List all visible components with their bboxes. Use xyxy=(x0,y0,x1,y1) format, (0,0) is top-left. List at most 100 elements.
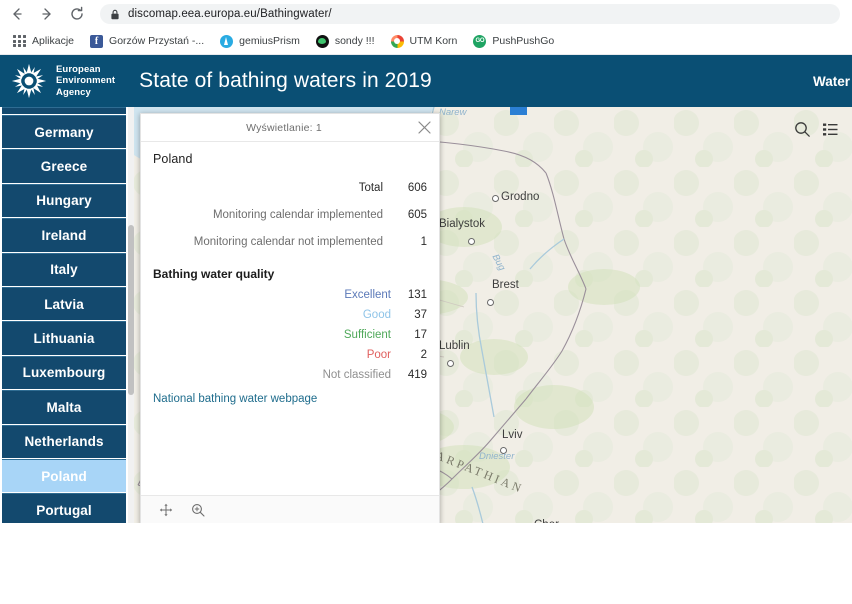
stat-label: Total xyxy=(358,182,383,194)
sidebar-item-malta[interactable]: Malta xyxy=(2,390,126,424)
map-marker-belarus[interactable] xyxy=(510,107,527,115)
pan-icon[interactable] xyxy=(153,499,179,521)
feature-popup: Wyświetlanie: 1 Poland Total 606 Monitor… xyxy=(140,113,440,523)
sidebar-item-label: Hungary xyxy=(36,193,92,209)
map-city-dot xyxy=(492,195,499,202)
stat-value: 606 xyxy=(407,182,427,194)
national-bathing-water-link[interactable]: National bathing water webpage xyxy=(153,385,427,411)
popup-footer xyxy=(141,495,439,523)
quality-value: 37 xyxy=(414,308,427,321)
facebook-icon: f xyxy=(90,34,104,48)
popup-quality-table: Excellent 131 Good 37 Sufficient 17 Poor… xyxy=(153,285,427,385)
stat-row: Monitoring calendar implemented 605 xyxy=(153,207,427,234)
url-text: discomap.eea.europa.eu/Bathingwater/ xyxy=(128,8,332,20)
sidebar-item-label: Italy xyxy=(50,262,78,278)
sidebar-item-hungary[interactable]: Hungary xyxy=(2,183,126,218)
eea-line-2: Environment xyxy=(56,75,116,87)
bookmark-sondy[interactable]: sondy !!! xyxy=(312,31,379,51)
browser-toolbar: discomap.eea.europa.eu/Bathingwater/ xyxy=(0,0,852,28)
bookmark-label: sondy !!! xyxy=(334,35,375,47)
close-icon[interactable] xyxy=(409,114,439,141)
stat-value: 605 xyxy=(407,209,427,221)
lock-icon xyxy=(110,9,120,20)
eea-wordmark: European Environment Agency xyxy=(56,64,115,99)
quality-row: Not classified 419 xyxy=(153,365,427,385)
sidebar-item-italy[interactable]: Italy xyxy=(2,252,126,286)
bookmark-label: Aplikacje xyxy=(32,35,75,47)
zoom-to-icon[interactable] xyxy=(185,499,211,521)
sidebar-item-ireland[interactable]: Ireland xyxy=(2,218,126,252)
bookmark-label: Gorzów Przystań -... xyxy=(109,35,205,47)
stat-row: Total 606 xyxy=(153,180,427,207)
sondy-icon xyxy=(315,34,329,48)
map-city-dot xyxy=(487,299,494,306)
bookmark-label: UTM Korn xyxy=(409,35,458,47)
bookmark-label: PushPushGo xyxy=(492,35,555,47)
eea-line-3: Agency xyxy=(56,86,91,98)
popup-header: Wyświetlanie: 1 xyxy=(141,114,439,142)
sidebar-item-label: Greece xyxy=(40,159,88,175)
bookmark-utm-korn[interactable]: UTM Korn xyxy=(387,31,462,51)
quality-value: 2 xyxy=(420,348,427,361)
header-right-nav[interactable]: Water xyxy=(813,55,852,107)
sidebar-item-netherlands[interactable]: Netherlands xyxy=(2,424,126,458)
popup-body: Poland Total 606 Monitoring calendar imp… xyxy=(141,142,439,495)
sidebar-item-label: Germany xyxy=(34,124,94,140)
sidebar-item-portugal[interactable]: Portugal xyxy=(2,493,126,523)
utm-icon xyxy=(390,34,404,48)
quality-value: 131 xyxy=(407,288,427,301)
page-title: State of bathing waters in 2019 xyxy=(139,69,432,92)
bookmarks-bar: Aplikacje f Gorzów Przystań -... gemiusP… xyxy=(0,28,852,55)
quality-row: Sufficient 17 xyxy=(153,325,427,345)
map-city-dot xyxy=(447,360,454,367)
site-header: European Environment Agency State of bat… xyxy=(0,55,852,107)
gemius-icon xyxy=(220,34,234,48)
map-tools xyxy=(788,115,844,143)
sidebar-item-poland[interactable]: Poland xyxy=(2,458,126,493)
sidebar-item-partial[interactable] xyxy=(2,107,126,114)
bookmark-label: gemiusPrism xyxy=(239,35,300,47)
country-sidebar: Germany Greece Hungary Ireland Italy Lat… xyxy=(0,107,128,523)
stat-row: Monitoring calendar not implemented 1 xyxy=(153,234,427,261)
search-icon[interactable] xyxy=(788,115,816,143)
quality-row: Good 37 xyxy=(153,305,427,325)
sidebar-item-label: Poland xyxy=(41,468,87,484)
quality-label: Sufficient xyxy=(343,328,391,341)
marker-segment xyxy=(510,107,527,115)
popup-header-title: Wyświetlanie: 1 xyxy=(246,121,322,134)
eea-logo[interactable]: European Environment Agency xyxy=(0,62,115,100)
stat-label: Monitoring calendar not implemented xyxy=(193,236,383,248)
sidebar-item-label: Netherlands xyxy=(24,434,104,450)
map-city-dot xyxy=(500,447,507,454)
sidebar-item-label: Malta xyxy=(46,399,82,415)
apps-grid-icon xyxy=(13,34,26,48)
quality-label: Excellent xyxy=(344,288,391,301)
bookmark-pushpushgo[interactable]: GO PushPushGo xyxy=(469,31,558,51)
back-icon[interactable] xyxy=(4,1,30,27)
sidebar-item-latvia[interactable]: Latvia xyxy=(2,286,126,321)
stat-label: Monitoring calendar implemented xyxy=(212,209,383,221)
sidebar-item-germany[interactable]: Germany xyxy=(2,115,126,149)
quality-value: 419 xyxy=(407,368,427,381)
popup-feature-title: Poland xyxy=(153,152,193,166)
address-bar[interactable]: discomap.eea.europa.eu/Bathingwater/ xyxy=(100,4,840,24)
quality-row: Excellent 131 xyxy=(153,285,427,305)
pushpushgo-icon: GO xyxy=(473,34,487,48)
sidebar-item-lithuania[interactable]: Lithuania xyxy=(2,321,126,355)
sidebar-item-luxembourg[interactable]: Luxembourg xyxy=(2,355,126,390)
sidebar-item-label: Lithuania xyxy=(33,331,95,347)
popup-stats-table: Total 606 Monitoring calendar implemente… xyxy=(153,180,427,261)
sidebar-item-greece[interactable]: Greece xyxy=(2,149,126,183)
sidebar-item-label: Portugal xyxy=(36,502,92,518)
sidebar-item-label: Latvia xyxy=(44,296,84,312)
page-root: discomap.eea.europa.eu/Bathingwater/ Apl… xyxy=(0,0,852,604)
popup-section-title: Bathing water quality xyxy=(153,267,275,281)
header-right-label: Water xyxy=(812,73,850,89)
bookmark-gorzow-przystan[interactable]: f Gorzów Przystań -... xyxy=(86,31,208,51)
reload-icon[interactable] xyxy=(64,1,90,27)
forward-icon[interactable] xyxy=(34,1,60,27)
bookmark-aplikacje[interactable]: Aplikacje xyxy=(9,31,78,51)
sidebar-item-label: Ireland xyxy=(41,227,87,243)
legend-list-icon[interactable] xyxy=(816,115,844,143)
bookmark-gemiusprism[interactable]: gemiusPrism xyxy=(216,31,304,51)
